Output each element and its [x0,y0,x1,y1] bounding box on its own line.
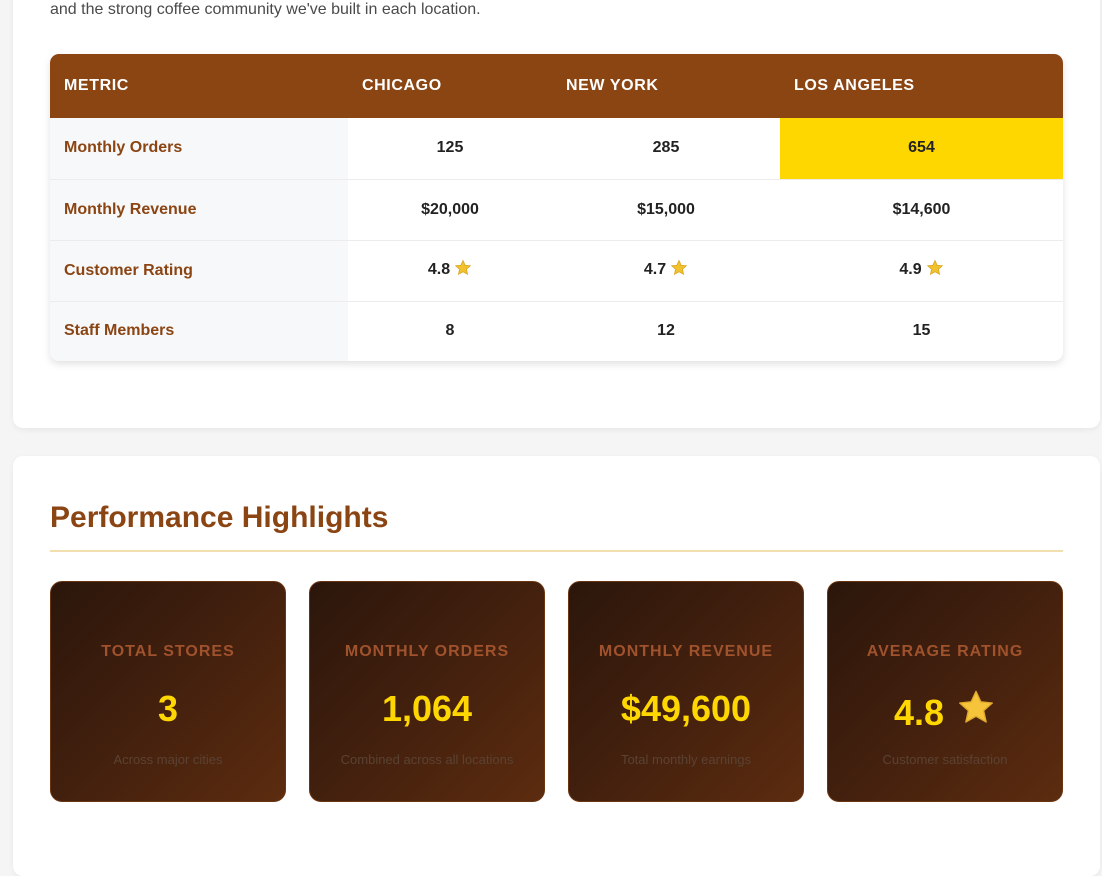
cell-new-york: 4.7 [552,240,780,302]
cell-new-york: 285 [552,118,780,180]
stat-subtitle: Combined across all locations [340,752,514,767]
star-icon [956,688,996,737]
cell-los-angeles: $14,600 [780,179,1063,241]
table-row: Customer Rating 4.8 4.7 4.9 [50,240,1063,302]
title-divider [50,550,1063,552]
stat-card-total-stores: TOTAL STORES 3 Across major cities [50,581,286,802]
cell-los-angeles-highlighted: 654 [780,118,1063,180]
header-chicago: CHICAGO [362,77,442,94]
cell-chicago: 125 [348,118,552,180]
header-new-york: NEW YORK [566,77,659,94]
comparison-table: METRIC CHICAGO NEW YORK LOS ANGELES Mont… [50,54,1063,361]
stat-number: $49,600 [620,688,752,729]
row-label: Monthly Orders [50,118,348,180]
comparison-table-container: METRIC CHICAGO NEW YORK LOS ANGELES Mont… [50,54,1063,361]
stat-number: 4.8 [893,691,945,733]
table-row: Monthly Revenue $20,000 $15,000 $14,600 [50,179,1063,241]
stat-value: $49,600 [569,688,803,730]
stat-number: 1,064 [381,688,473,729]
table-row: Staff Members 8 12 15 [50,301,1063,361]
stat-value: 1,064 [310,688,544,730]
stat-card-average-rating: AVERAGE RATING 4.8 Customer satisfaction [827,581,1063,802]
intro-text: and the strong coffee community we've bu… [50,1,481,18]
stat-label: AVERAGE RATING [866,643,1024,660]
cell-los-angeles: 15 [912,322,931,340]
stat-subtitle: Customer satisfaction [882,752,1008,767]
rating-value: 4.7 [643,261,667,278]
star-icon [454,259,472,282]
cell-new-york: $15,000 [552,179,780,241]
cell-chicago: $20,000 [348,179,552,241]
stat-subtitle: Across major cities [113,752,223,767]
row-label: Staff Members [50,301,348,361]
stat-label: MONTHLY REVENUE [598,643,774,660]
stat-value: 4.8 [828,688,1062,737]
section-title: Performance Highlights [50,501,389,534]
stat-card-monthly-revenue: MONTHLY REVENUE $49,600 Total monthly ea… [568,581,804,802]
cell-new-york: 12 [657,322,675,340]
cell-chicago: 8 [445,322,455,340]
row-label: Monthly Revenue [50,179,348,241]
stat-label: MONTHLY ORDERS [344,643,510,660]
star-icon [670,259,688,282]
rating-value: 4.9 [899,261,922,278]
header-metric: METRIC [64,77,129,94]
star-icon [926,259,944,282]
cell-chicago: 4.8 [348,240,552,302]
table-row: Monthly Orders 125 285 654 [50,118,1063,180]
location-comparison-card: and the strong coffee community we've bu… [13,0,1100,428]
cell-los-angeles: 4.9 [780,240,1063,302]
stat-subtitle: Total monthly earnings [620,752,752,767]
performance-highlights-card: Performance Highlights TOTAL STORES 3 Ac… [13,456,1100,876]
rating-value: 4.8 [427,261,451,278]
stat-number: 3 [157,688,179,729]
row-label: Customer Rating [50,240,348,302]
stat-card-monthly-orders: MONTHLY ORDERS 1,064 Combined across all… [309,581,545,802]
header-los-angeles: LOS ANGELES [794,77,915,94]
table-header-row: METRIC CHICAGO NEW YORK LOS ANGELES [50,54,1063,118]
stat-label: TOTAL STORES [101,643,235,660]
stat-value: 3 [51,688,285,730]
